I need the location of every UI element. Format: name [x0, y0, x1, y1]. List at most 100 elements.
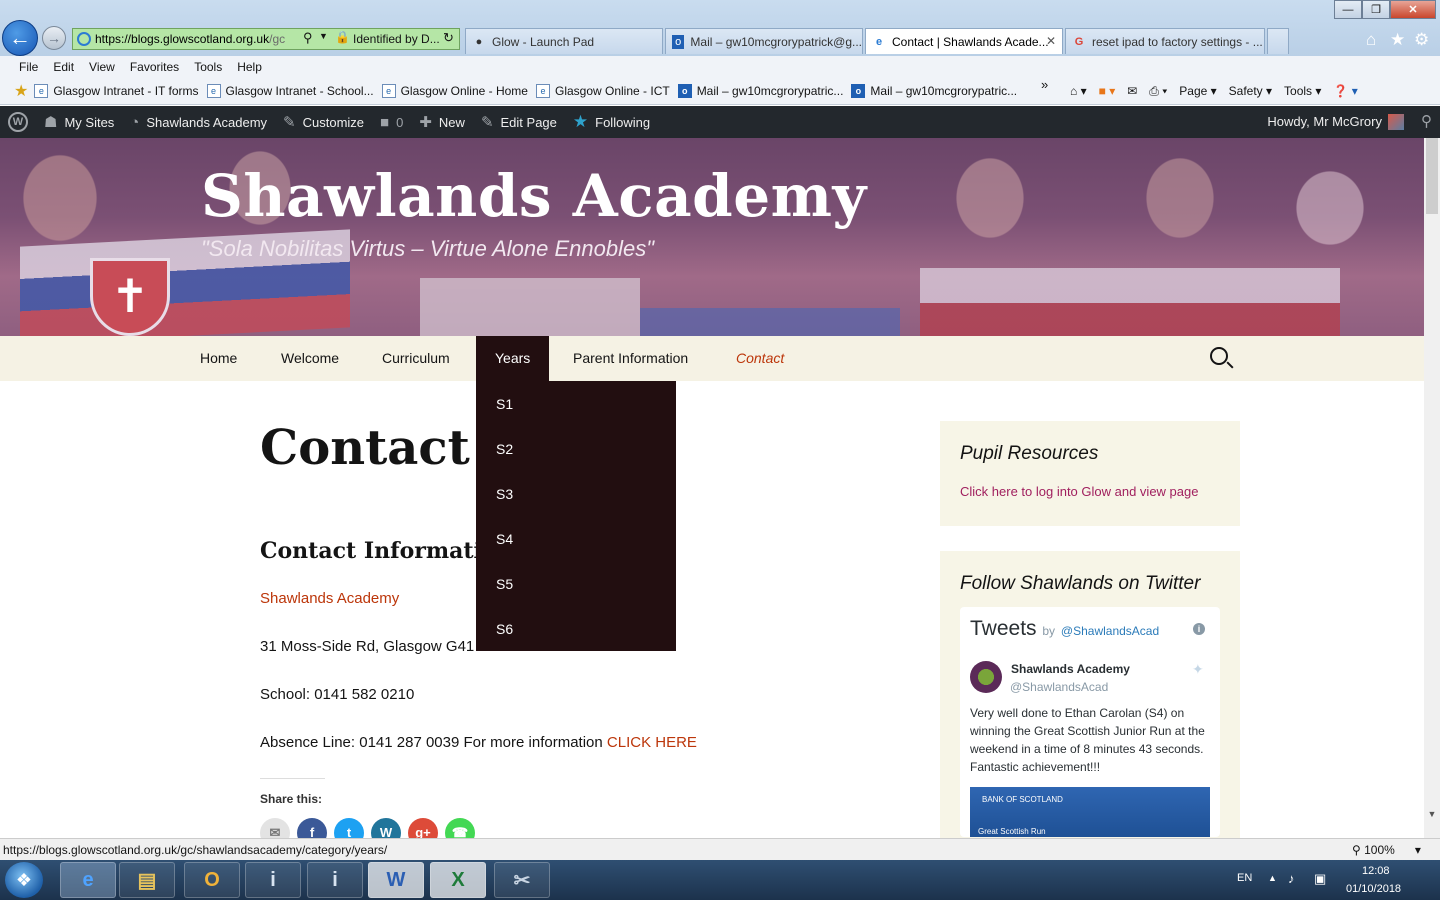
- new-content-menu[interactable]: ✚ New: [419, 113, 465, 131]
- back-button[interactable]: ←: [2, 20, 38, 56]
- tweet-image[interactable]: BANK OF SCOTLAND Great Scottish Run: [970, 787, 1210, 837]
- address-url[interactable]: https://blogs.glowscotland.org.uk/gc: [73, 32, 293, 46]
- comments-link[interactable]: ■ 0: [380, 114, 403, 131]
- tweet-author-handle[interactable]: @ShawlandsAcad: [1010, 680, 1108, 694]
- new-tab-button[interactable]: [1267, 28, 1289, 54]
- read-mail-icon[interactable]: ✉: [1127, 84, 1137, 98]
- avatar[interactable]: [1388, 114, 1404, 130]
- favorite-link[interactable]: o Mail – gw10mcgrorypatric...: [677, 83, 843, 98]
- help-icon[interactable]: ❓ ▾: [1333, 84, 1357, 98]
- twitter-timeline[interactable]: Tweets by @ShawlandsAcad i Shawlands Aca…: [960, 607, 1220, 837]
- network-icon[interactable]: ▣: [1314, 871, 1326, 887]
- account-menu[interactable]: Howdy, Mr McGrory: [1267, 114, 1382, 129]
- forward-button[interactable]: →: [42, 26, 66, 50]
- menu-tools[interactable]: Tools: [194, 60, 222, 74]
- refresh-icon[interactable]: ↻: [443, 30, 454, 46]
- dropdown-item-s2[interactable]: S2: [496, 441, 513, 457]
- clock-date[interactable]: 01/10/2018: [1346, 883, 1401, 895]
- snipping-tool-taskbar-icon[interactable]: ✂: [494, 862, 550, 898]
- nav-curriculum[interactable]: Curriculum: [382, 336, 450, 381]
- dropdown-item-s4[interactable]: S4: [496, 531, 513, 547]
- chevron-down-icon[interactable]: ▼: [1424, 806, 1440, 822]
- site-name-menu[interactable]: ◔ Shawlands Academy: [130, 114, 267, 131]
- tab-contact[interactable]: e Contact | Shawlands Acade... ✕: [865, 28, 1063, 54]
- info-icon[interactable]: i: [1193, 623, 1205, 635]
- dropdown-item-s6[interactable]: S6: [496, 621, 513, 637]
- nav-home[interactable]: Home: [200, 336, 237, 381]
- menu-view[interactable]: View: [89, 60, 115, 74]
- ie-document-taskbar-icon[interactable]: i: [307, 862, 363, 898]
- ie-document-taskbar-icon[interactable]: i: [245, 862, 301, 898]
- glow-login-link[interactable]: Click here to log into Glow and view pag…: [960, 484, 1198, 499]
- print-icon[interactable]: ⎙ ▾: [1149, 84, 1167, 99]
- home-icon[interactable]: ⌂: [1366, 30, 1376, 50]
- search-icon[interactable]: ⚲: [303, 30, 313, 46]
- search-icon[interactable]: [1210, 347, 1228, 365]
- lock-icon[interactable]: 🔒: [335, 30, 350, 44]
- click-here-link[interactable]: CLICK HERE: [607, 734, 697, 751]
- favorite-link[interactable]: e Glasgow Online - Home: [381, 83, 528, 98]
- tweet-author-name[interactable]: Shawlands Academy: [1011, 662, 1130, 676]
- customize-link[interactable]: ✎ Customize: [283, 113, 364, 131]
- maximize-button[interactable]: ❐: [1362, 0, 1390, 19]
- nav-parent-information[interactable]: Parent Information: [573, 336, 688, 381]
- dropdown-item-s3[interactable]: S3: [496, 486, 513, 502]
- speaker-icon[interactable]: ♪: [1288, 871, 1295, 886]
- menu-favorites[interactable]: Favorites: [130, 60, 179, 74]
- home-icon[interactable]: ⌂ ▾: [1070, 84, 1087, 98]
- twitter-handle-link[interactable]: @ShawlandsAcad: [1061, 624, 1159, 638]
- chevron-more-icon[interactable]: »: [1041, 77, 1048, 92]
- rss-icon[interactable]: ■ ▾: [1099, 84, 1116, 98]
- tools-menu[interactable]: Tools ▾: [1284, 84, 1321, 98]
- star-icon[interactable]: ★: [1390, 30, 1405, 50]
- search-icon[interactable]: ⚲: [1421, 112, 1432, 130]
- nav-contact[interactable]: Contact: [736, 336, 784, 381]
- favorite-link[interactable]: e Glasgow Online - ICT: [535, 83, 670, 98]
- start-button[interactable]: ❖: [5, 862, 43, 898]
- wordpress-icon[interactable]: W: [8, 112, 28, 132]
- dropdown-item-s5[interactable]: S5: [496, 576, 513, 592]
- scrollbar-thumb[interactable]: [1426, 138, 1438, 214]
- explorer-taskbar-icon[interactable]: ▤: [119, 862, 175, 898]
- my-sites-menu[interactable]: ☗ My Sites: [44, 113, 114, 131]
- outlook-taskbar-icon[interactable]: O: [184, 862, 240, 898]
- favorites-star-icon[interactable]: ★: [14, 81, 28, 101]
- chevron-up-icon[interactable]: ▲: [1268, 873, 1277, 883]
- page-menu[interactable]: Page ▾: [1179, 84, 1216, 98]
- chevron-down-icon[interactable]: ▼: [319, 31, 328, 41]
- avatar[interactable]: [970, 661, 1002, 693]
- menu-file[interactable]: File: [19, 60, 38, 74]
- address-bar[interactable]: https://blogs.glowscotland.org.uk/gc ⚲ ▼…: [72, 28, 460, 50]
- close-window-button[interactable]: ✕: [1390, 0, 1436, 19]
- dropdown-item-s1[interactable]: S1: [496, 396, 513, 412]
- ie-taskbar-icon[interactable]: e: [60, 862, 116, 898]
- clock-time[interactable]: 12:08: [1362, 865, 1390, 877]
- site-header[interactable]: ✝ Shawlands Academy "Sola Nobilitas Virt…: [0, 138, 1424, 336]
- vertical-scrollbar[interactable]: ▲ ▼: [1424, 138, 1440, 838]
- site-title[interactable]: Shawlands Academy: [201, 162, 867, 230]
- close-icon[interactable]: ✕: [1046, 34, 1056, 48]
- favorite-link[interactable]: e Glasgow Intranet - School...: [206, 83, 374, 98]
- nav-years[interactable]: Years: [476, 336, 549, 381]
- following-link[interactable]: ★ Following: [573, 112, 650, 132]
- tab-mail[interactable]: o Mail – gw10mcgrorypatrick@g...: [665, 28, 863, 54]
- new-label: New: [438, 114, 465, 130]
- tab-glow[interactable]: ● Glow - Launch Pad: [465, 28, 663, 54]
- word-taskbar-icon[interactable]: W: [368, 862, 424, 898]
- favorite-link[interactable]: e Glasgow Intranet - IT forms: [34, 83, 199, 98]
- school-link[interactable]: Shawlands Academy: [260, 590, 399, 607]
- twitter-bird-icon[interactable]: ✦: [1192, 661, 1204, 678]
- minimize-button[interactable]: —: [1334, 0, 1362, 19]
- menu-edit[interactable]: Edit: [53, 60, 74, 74]
- menu-help[interactable]: Help: [237, 60, 262, 74]
- gear-icon[interactable]: ⚙: [1414, 30, 1429, 50]
- nav-welcome[interactable]: Welcome: [281, 336, 339, 381]
- edit-page-link[interactable]: ✎ Edit Page: [481, 113, 557, 131]
- safety-menu[interactable]: Safety ▾: [1229, 84, 1272, 98]
- excel-taskbar-icon[interactable]: X: [430, 862, 486, 898]
- security-identity[interactable]: Identified by D...: [353, 32, 440, 46]
- language-indicator[interactable]: EN: [1237, 872, 1252, 884]
- tab-google[interactable]: Greset ipad to factory settings - ...: [1065, 28, 1265, 54]
- favorite-link[interactable]: o Mail – gw10mcgrorypatric...: [851, 83, 1017, 98]
- zoom-control[interactable]: ⚲ 100% ▾: [1352, 843, 1421, 857]
